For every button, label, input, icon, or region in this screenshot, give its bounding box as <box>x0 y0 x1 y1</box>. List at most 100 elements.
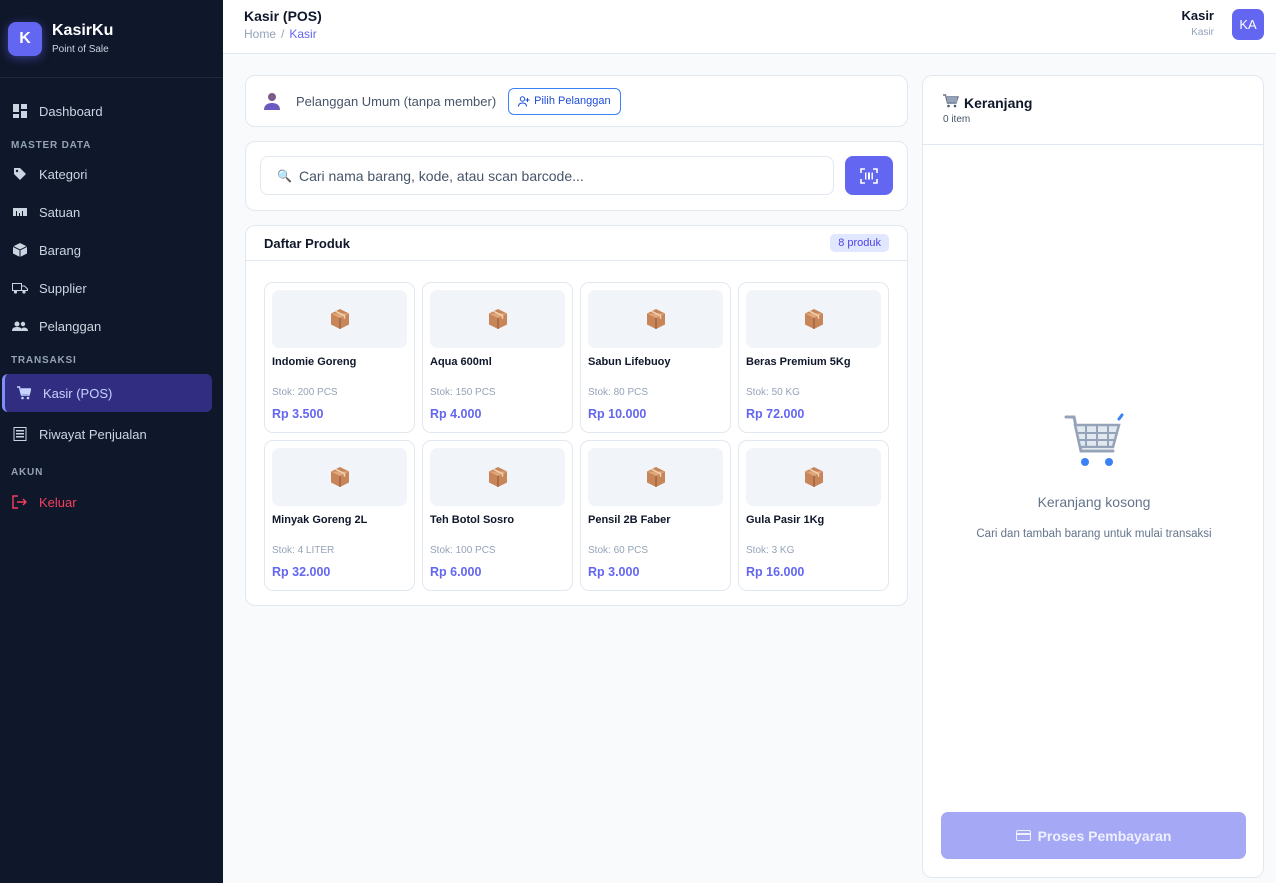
dashboard-icon <box>11 102 29 120</box>
sidebar-item-label: Dashboard <box>39 103 103 119</box>
sidebar-item-label: Keluar <box>39 494 77 510</box>
sidebar-item-kasir[interactable]: Kasir (POS) <box>2 374 212 412</box>
product-grid: Indomie Goreng Stok: 200 PCS Rp 3.500 Aq… <box>264 282 889 591</box>
products-card: Daftar Produk 8 produk Indomie Goreng St… <box>245 225 908 606</box>
package-icon <box>746 290 881 348</box>
product-name: Sabun Lifebuoy <box>588 356 671 368</box>
product-price: Rp 10.000 <box>588 407 647 421</box>
nav-section-transaksi: TRANSAKSI <box>11 355 77 366</box>
product-card[interactable]: Aqua 600ml Stok: 150 PCS Rp 4.000 <box>422 282 573 433</box>
product-price: Rp 16.000 <box>746 565 805 579</box>
top-header: Kasir (POS) Home / Kasir Kasir Kasir KA <box>223 0 1276 54</box>
package-icon <box>746 448 881 506</box>
cart-icon <box>15 384 33 402</box>
package-icon <box>588 290 723 348</box>
product-name: Aqua 600ml <box>430 356 492 368</box>
product-name: Indomie Goreng <box>272 356 357 368</box>
breadcrumb-home[interactable]: Home <box>244 27 276 41</box>
sidebar: K KasirKu Point of Sale Dashboard MASTER… <box>0 0 223 883</box>
logout-icon <box>11 493 29 511</box>
sidebar-item-barang[interactable]: Barang <box>0 231 223 269</box>
product-card[interactable]: Beras Premium 5Kg Stok: 50 KG Rp 72.000 <box>738 282 889 433</box>
product-name: Pensil 2B Faber <box>588 514 671 526</box>
receipt-icon <box>11 425 29 443</box>
product-stock: Stok: 100 PCS <box>430 545 496 556</box>
sidebar-item-keluar[interactable]: Keluar <box>0 483 223 521</box>
sidebar-item-label: Kategori <box>39 166 88 182</box>
tag-icon <box>11 165 29 183</box>
product-stock: Stok: 50 KG <box>746 387 800 398</box>
breadcrumb-current: Kasir <box>289 27 317 41</box>
product-card[interactable]: Teh Botol Sosro Stok: 100 PCS Rp 6.000 <box>422 440 573 591</box>
brand-subtitle: Point of Sale <box>52 44 109 55</box>
empty-cart-description: Cari dan tambah barang untuk mulai trans… <box>976 528 1212 540</box>
sidebar-item-dashboard[interactable]: Dashboard <box>0 92 223 130</box>
process-payment-label: Proses Pembayaran <box>1037 827 1172 844</box>
pick-customer-label: Pilih Pelanggan <box>534 95 611 107</box>
empty-cart-icon <box>1064 413 1124 476</box>
sidebar-item-label: Riwayat Penjualan <box>39 426 147 442</box>
product-stock: Stok: 80 PCS <box>588 387 649 398</box>
search-placeholder: Cari nama barang, kode, atau scan barcod… <box>298 167 584 184</box>
user-name: Kasir <box>1181 8 1214 23</box>
page-title: Kasir (POS) <box>244 8 322 24</box>
nav-section-master: MASTER DATA <box>11 140 92 151</box>
sidebar-item-satuan[interactable]: Satuan <box>0 193 223 231</box>
brand[interactable]: K KasirKu Point of Sale <box>0 0 223 78</box>
truck-icon <box>11 279 29 297</box>
product-card[interactable]: Sabun Lifebuoy Stok: 80 PCS Rp 10.000 <box>580 282 731 433</box>
product-name: Gula Pasir 1Kg <box>746 514 825 526</box>
product-price: Rp 3.000 <box>588 565 640 579</box>
product-price: Rp 4.000 <box>430 407 482 421</box>
sidebar-item-label: Pelanggan <box>39 318 102 334</box>
breadcrumb-separator: / <box>281 27 285 41</box>
product-name: Beras Premium 5Kg <box>746 356 851 368</box>
product-card[interactable]: Gula Pasir 1Kg Stok: 3 KG Rp 16.000 <box>738 440 889 591</box>
product-card[interactable]: Minyak Goreng 2L Stok: 4 LITER Rp 32.000 <box>264 440 415 591</box>
process-payment-button[interactable]: Proses Pembayaran <box>941 812 1246 859</box>
nav-section-akun: AKUN <box>11 467 44 478</box>
sidebar-item-kategori[interactable]: Kategori <box>0 155 223 193</box>
product-stock: Stok: 60 PCS <box>588 545 649 556</box>
box-icon <box>11 241 29 259</box>
user-plus-icon <box>518 95 530 107</box>
sidebar-item-label: Barang <box>39 242 81 258</box>
package-icon <box>272 290 407 348</box>
product-stock: Stok: 3 KG <box>746 545 795 556</box>
product-stock: Stok: 4 LITER <box>272 545 335 556</box>
sidebar-item-supplier[interactable]: Supplier <box>0 269 223 307</box>
product-price: Rp 72.000 <box>746 407 805 421</box>
sidebar-item-label: Kasir (POS) <box>43 385 113 401</box>
cart-item-count: 0 item <box>943 114 971 125</box>
users-icon <box>11 317 29 335</box>
scan-barcode-button[interactable] <box>845 156 893 195</box>
product-card[interactable]: Indomie Goreng Stok: 200 PCS Rp 3.500 <box>264 282 415 433</box>
cart-title: Keranjang <box>964 94 1033 111</box>
customer-card: Pelanggan Umum (tanpa member) Pilih Pela… <box>245 75 908 127</box>
package-icon <box>430 290 565 348</box>
product-stock: Stok: 200 PCS <box>272 387 338 398</box>
brand-logo: K <box>8 21 42 56</box>
pick-customer-button[interactable]: Pilih Pelanggan <box>508 87 621 115</box>
sidebar-item-pelanggan[interactable]: Pelanggan <box>0 307 223 345</box>
search-icon: 🔍 <box>277 168 292 183</box>
search-card: 🔍 Cari nama barang, kode, atau scan barc… <box>245 141 908 211</box>
breadcrumb: Home / Kasir <box>244 27 317 41</box>
package-icon <box>272 448 407 506</box>
brand-name: KasirKu <box>52 22 114 39</box>
product-name: Teh Botol Sosro <box>430 514 515 526</box>
avatar[interactable]: KA <box>1232 9 1264 40</box>
product-price: Rp 3.500 <box>272 407 324 421</box>
sidebar-item-label: Satuan <box>39 204 81 220</box>
product-count-badge: 8 produk <box>830 234 889 252</box>
sidebar-item-riwayat[interactable]: Riwayat Penjualan <box>0 415 223 453</box>
person-icon <box>262 91 282 111</box>
cart-icon <box>943 94 959 111</box>
barcode-scan-icon <box>860 167 878 184</box>
products-title: Daftar Produk <box>264 235 350 251</box>
search-input[interactable]: 🔍 Cari nama barang, kode, atau scan barc… <box>260 156 834 195</box>
product-stock: Stok: 150 PCS <box>430 387 496 398</box>
product-card[interactable]: Pensil 2B Faber Stok: 60 PCS Rp 3.000 <box>580 440 731 591</box>
empty-cart-title: Keranjang kosong <box>1037 494 1151 510</box>
cart-panel: Keranjang 0 item Keranjang kosong Cari d… <box>922 75 1264 878</box>
